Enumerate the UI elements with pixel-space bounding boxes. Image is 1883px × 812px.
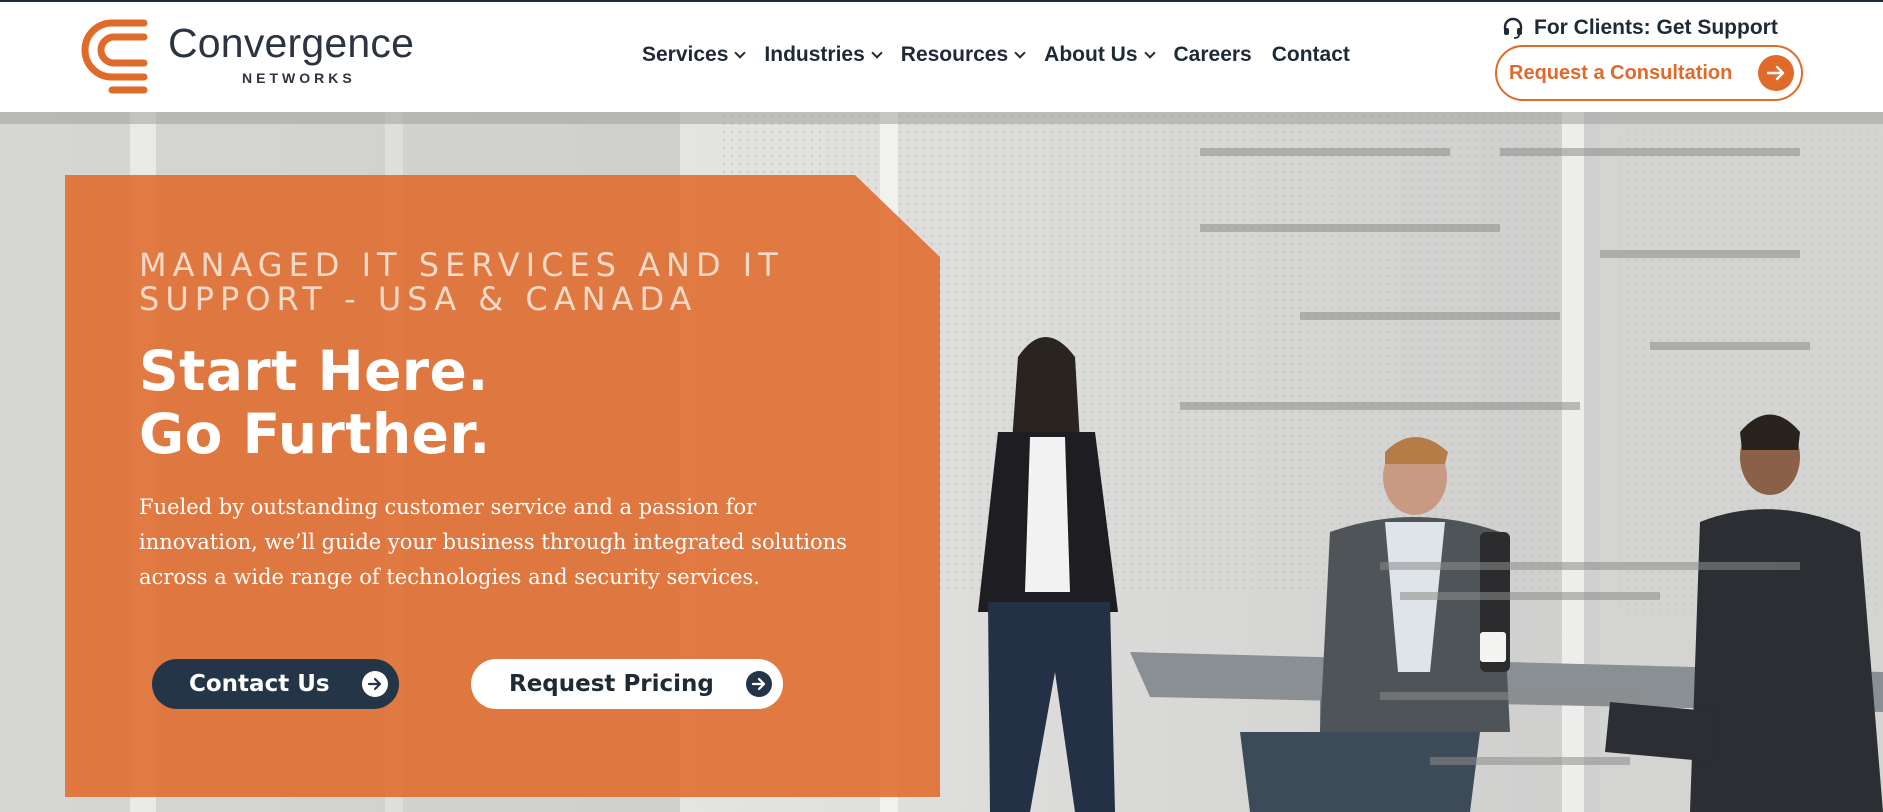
nav-label: Services: [642, 43, 729, 66]
request-consultation-button[interactable]: Request a Consultation: [1495, 45, 1803, 101]
support-label: For Clients: Get Support: [1534, 16, 1778, 39]
pricing-label: Request Pricing: [509, 671, 714, 697]
headline-line: Start Here.: [139, 339, 489, 403]
hero-eyebrow: MANAGED IT SERVICES AND IT SUPPORT - USA…: [139, 248, 819, 316]
eyebrow-line: SUPPORT - USA & CANADA: [139, 280, 698, 318]
hero-description: Fueled by outstanding customer service a…: [139, 495, 847, 589]
client-support-link[interactable]: For Clients: Get Support: [1502, 16, 1778, 40]
brand-subname: NETWORKS: [242, 70, 356, 86]
nav-label: Resources: [900, 43, 1009, 66]
headline-line: Go Further.: [139, 402, 491, 466]
hero-headline: Start Here. Go Further.: [139, 340, 491, 466]
nav-careers[interactable]: Careers: [1174, 43, 1252, 67]
chevron-down-icon: [871, 46, 883, 59]
nav-industries[interactable]: Industries: [764, 43, 883, 67]
eyebrow-line: MANAGED IT SERVICES AND IT: [139, 246, 784, 284]
chevron-down-icon: [1143, 46, 1156, 59]
main-nav: Services Industries Resources About Us C…: [642, 40, 1350, 70]
logo-mark-icon: [81, 19, 148, 94]
brand-name: Convergence: [168, 20, 415, 66]
arrow-right-icon: [362, 671, 388, 697]
arrow-right-icon: [1758, 55, 1794, 91]
nav-label: About Us: [1044, 43, 1138, 66]
contact-us-button[interactable]: Contact Us: [152, 659, 399, 709]
consult-label: Request a Consultation: [1509, 61, 1733, 84]
chevron-down-icon: [734, 46, 747, 59]
chevron-down-icon: [1014, 46, 1026, 59]
nav-label: Careers: [1173, 43, 1252, 66]
arrow-right-icon: [746, 671, 772, 697]
nav-label: Industries: [764, 43, 865, 66]
contact-label: Contact Us: [189, 671, 330, 697]
nav-resources[interactable]: Resources: [900, 43, 1026, 67]
site-header: Convergence NETWORKS Services Industries…: [0, 2, 1883, 112]
nav-label: Contact: [1271, 43, 1350, 66]
request-pricing-button[interactable]: Request Pricing: [471, 659, 783, 709]
nav-services[interactable]: Services: [642, 43, 747, 67]
brand-logo[interactable]: Convergence NETWORKS: [76, 14, 436, 96]
nav-about-us[interactable]: About Us: [1044, 43, 1156, 67]
headset-icon: [1503, 17, 1523, 39]
nav-contact[interactable]: Contact: [1272, 43, 1350, 67]
